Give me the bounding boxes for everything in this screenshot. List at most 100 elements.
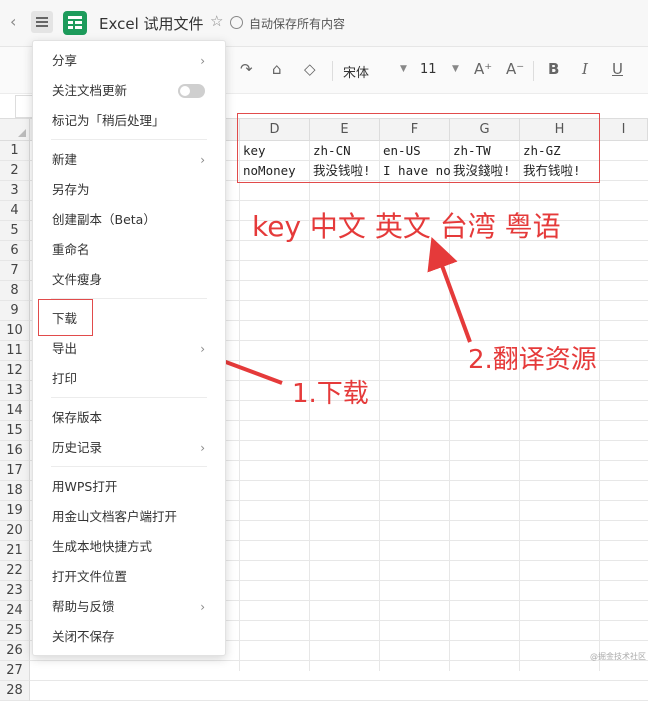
bold-button[interactable]: B [548,60,559,78]
menu-item-label: 用WPS打开 [52,479,118,494]
font-size-select[interactable]: 11 [420,62,437,77]
menu-item-label: 生成本地快捷方式 [52,539,153,554]
step1-annotation: 1.下载 [292,379,369,409]
chevron-down-icon[interactable]: ▼ [400,64,407,74]
eraser-icon[interactable]: ◇ [304,60,316,78]
row-header[interactable]: 1 [0,141,30,161]
toolbar-divider [533,61,534,81]
row-header[interactable]: 27 [0,661,30,681]
row-header[interactable]: 22 [0,561,30,581]
menu-item-label: 另存为 [52,182,90,197]
menu-item[interactable]: 文件瘦身 [33,267,225,293]
menu-item[interactable]: 打印 [33,366,225,392]
data-highlight-box [237,113,600,183]
star-icon[interactable]: ☆ [210,12,223,30]
document-title[interactable]: Excel 试用文件 [99,13,204,34]
row-header[interactable]: 6 [0,241,30,261]
language-annotation: key 中文 英文 台湾 粤语 [252,210,561,243]
chevron-right-icon: › [200,441,205,455]
toolbar-divider [332,61,333,81]
menu-item[interactable]: 另存为 [33,177,225,203]
sheet-app-logo [63,11,87,35]
menu-item[interactable]: 下载 [33,306,225,332]
hamburger-icon[interactable] [31,11,53,33]
row-header[interactable]: 13 [0,381,30,401]
chevron-down-icon[interactable]: ▼ [452,64,459,74]
underline-button[interactable]: U [612,60,623,78]
redo-icon[interactable]: ↷ [240,60,253,78]
menu-item-label: 关闭不保存 [52,629,115,644]
row-header[interactable]: 19 [0,501,30,521]
row-header[interactable]: 18 [0,481,30,501]
menu-item[interactable]: 标记为「稍后处理」 [33,108,225,134]
row-header[interactable]: 8 [0,281,30,301]
format-painter-icon[interactable]: ⌂ [272,60,282,78]
menu-item-label: 文件瘦身 [52,272,103,287]
menu-item[interactable]: 帮助与反馈 › [33,594,225,620]
row-header[interactable]: 10 [0,321,30,341]
row-header[interactable]: 5 [0,221,30,241]
menu-item[interactable]: 重命名 [33,237,225,263]
chevron-right-icon: › [200,342,205,356]
menu-item[interactable]: 历史记录 › [33,435,225,461]
row-header[interactable]: 25 [0,621,30,641]
font-grow-button[interactable]: A⁺ [474,60,492,78]
row-header[interactable]: 23 [0,581,30,601]
autosave-check-icon [230,16,243,29]
row-gridline [30,680,648,681]
row-header[interactable]: 20 [0,521,30,541]
menu-divider [51,139,207,140]
menu-item[interactable]: 保存版本 [33,405,225,431]
file-menu: 分享 › 关注文档更新标记为「稍后处理」新建 › 另存为创建副本（Beta） 重命名文件瘦… [32,40,226,656]
row-header[interactable]: 15 [0,421,30,441]
menu-item-label: 历史记录 [52,440,103,455]
row-header[interactable]: 12 [0,361,30,381]
menu-item-label: 关注文档更新 [52,83,128,98]
row-header[interactable]: 17 [0,461,30,481]
menu-divider [51,298,207,299]
row-header[interactable]: 14 [0,401,30,421]
row-header[interactable]: 4 [0,201,30,221]
follow-updates-toggle[interactable] [178,84,205,98]
menu-item[interactable]: 导出 › [33,336,225,362]
font-shrink-button[interactable]: A⁻ [506,60,524,78]
row-header[interactable]: 3 [0,181,30,201]
row-header[interactable]: 24 [0,601,30,621]
select-all-corner[interactable] [0,119,30,141]
autosave-status: 自动保存所有内容 [249,17,346,31]
menu-divider [51,466,207,467]
menu-item[interactable]: 新建 › [33,147,225,173]
menu-item[interactable]: 打开文件位置 [33,564,225,590]
row-gridline [30,660,648,661]
italic-button[interactable]: I [582,60,588,78]
menu-item[interactable]: 用金山文档客户端打开 [33,504,225,530]
menu-item-label: 下载 [52,311,78,326]
menu-item[interactable]: 关注文档更新 [33,78,225,104]
menu-item[interactable]: 用WPS打开 [33,474,225,500]
menu-item[interactable]: 创建副本（Beta） [33,207,225,233]
menu-item[interactable]: 生成本地快捷方式 [33,534,225,560]
watermark: @掘金技术社区 [590,652,646,661]
row-header[interactable]: 26 [0,641,30,661]
menu-item-label: 打印 [52,371,78,386]
menu-item-label: 保存版本 [52,410,103,425]
menu-item-label: 标记为「稍后处理」 [52,113,165,128]
menu-item-label: 用金山文档客户端打开 [52,509,178,524]
row-header[interactable]: 28 [0,681,30,701]
row-header[interactable]: 2 [0,161,30,181]
chevron-left-icon[interactable]: ‹ [10,12,16,31]
row-header[interactable]: 9 [0,301,30,321]
row-header[interactable]: 16 [0,441,30,461]
menu-item[interactable]: 分享 › [33,48,225,74]
column-header[interactable]: I [600,119,648,141]
column-gridline [239,141,240,671]
row-header[interactable]: 11 [0,341,30,361]
menu-divider [51,397,207,398]
menu-item-label: 重命名 [52,242,90,257]
menu-item[interactable]: 关闭不保存 [33,624,225,650]
font-name-select[interactable]: 宋体 [343,62,369,81]
row-header[interactable]: 7 [0,261,30,281]
step2-annotation: 2.翻译资源 [468,345,597,375]
row-header[interactable]: 21 [0,541,30,561]
menu-item-label: 创建副本（Beta） [52,212,156,227]
